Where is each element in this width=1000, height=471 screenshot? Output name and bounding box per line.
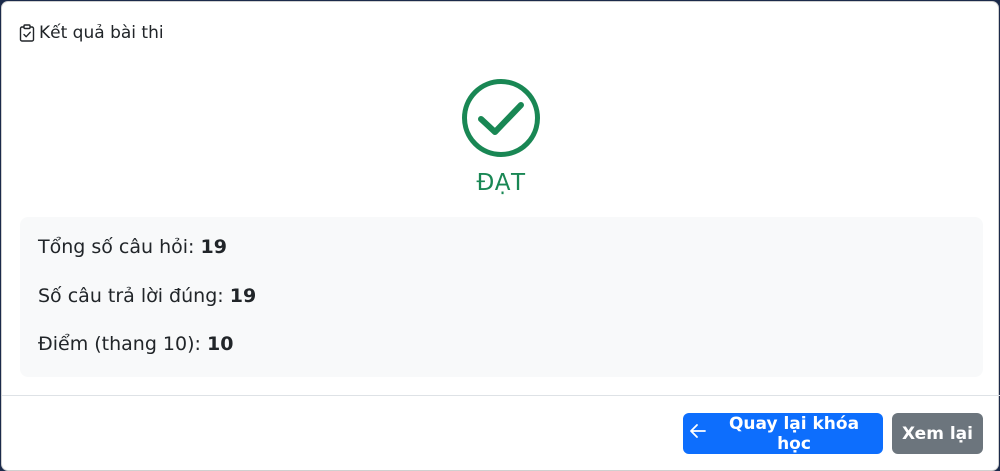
check-circle-icon: [461, 78, 541, 158]
back-to-course-button[interactable]: Quay lại khóa học: [683, 413, 883, 454]
result-status: ĐẠT: [476, 170, 526, 196]
score-row: Điểm (thang 10): 10: [38, 333, 233, 355]
correct-answers-label: Số câu trả lời đúng:: [38, 285, 230, 307]
result-summary: Tổng số câu hỏi: 19 Số câu trả lời đúng:…: [20, 217, 983, 377]
score-label: Điểm (thang 10):: [38, 333, 207, 355]
correct-answers-row: Số câu trả lời đúng: 19: [38, 285, 256, 307]
result-modal: Kết quả bài thi ĐẠT Tổng số câu hỏi: 19 …: [1, 1, 1000, 471]
arrow-left-icon: [689, 423, 707, 444]
footer-divider: [2, 395, 1000, 396]
review-button[interactable]: Xem lại: [892, 413, 983, 454]
modal-header: Kết quả bài thi: [19, 22, 164, 44]
modal-title: Kết quả bài thi: [39, 23, 164, 43]
total-questions-row: Tổng số câu hỏi: 19: [38, 236, 227, 258]
total-questions-label: Tổng số câu hỏi:: [38, 236, 201, 258]
correct-answers-value: 19: [229, 285, 257, 307]
total-questions-value: 19: [200, 236, 227, 258]
back-to-course-label: Quay lại khóa học: [728, 413, 860, 454]
clipboard-check-icon: [19, 24, 35, 42]
score-value: 10: [206, 333, 234, 355]
